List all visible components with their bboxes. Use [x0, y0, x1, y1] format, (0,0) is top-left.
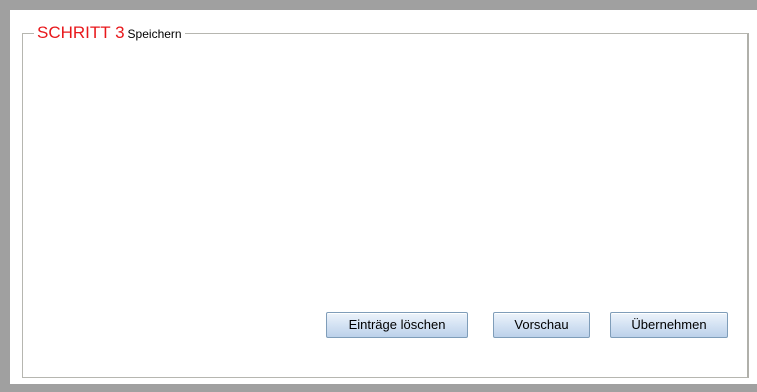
apply-button[interactable]: Übernehmen: [610, 312, 728, 338]
step-title: Speichern: [127, 27, 182, 41]
clear-entries-button[interactable]: Einträge löschen: [326, 312, 468, 338]
step-legend: SCHRITT 3 Speichern: [34, 21, 185, 46]
step-number-label: SCHRITT 3: [37, 23, 125, 42]
preview-button[interactable]: Vorschau: [493, 312, 590, 338]
